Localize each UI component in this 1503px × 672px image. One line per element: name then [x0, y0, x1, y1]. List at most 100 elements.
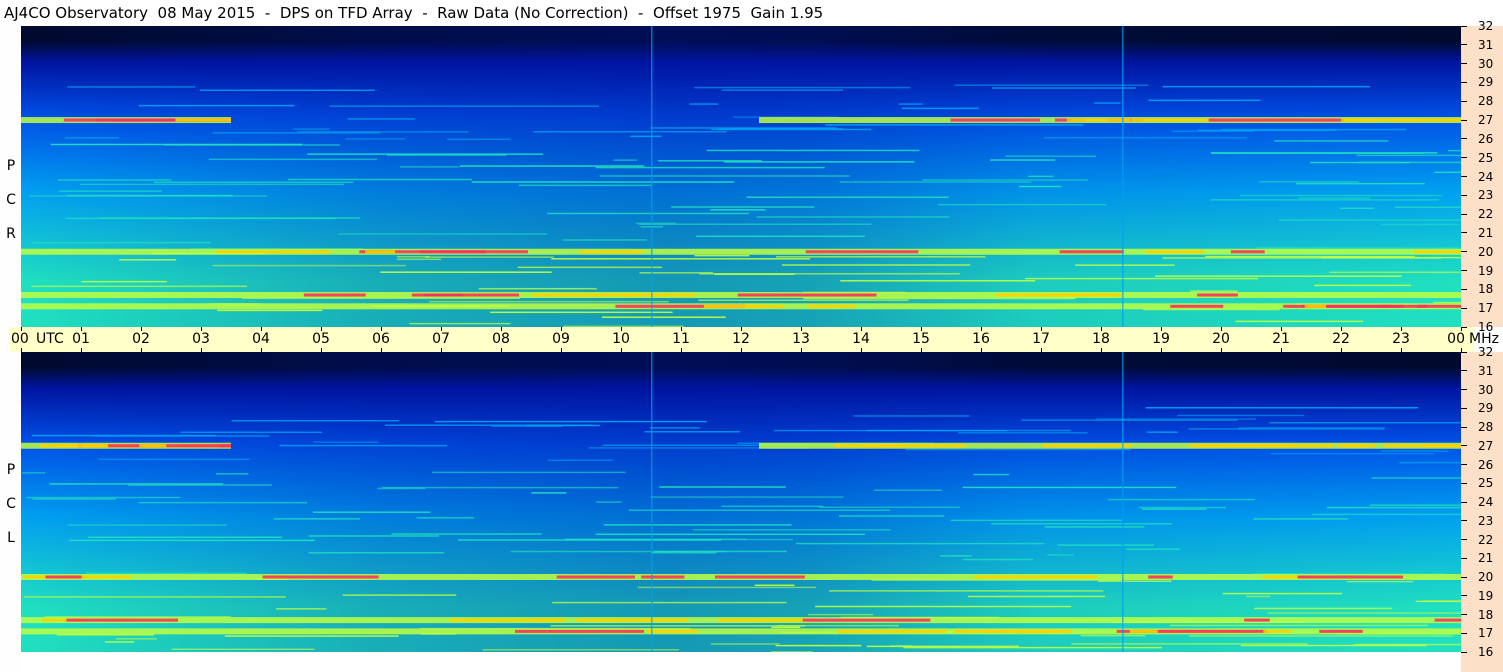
freq-tick-mark: [1461, 157, 1467, 159]
lcp-label-1: P: [6, 462, 16, 478]
time-tick-mark: [141, 348, 142, 352]
freq-tick-mark: [1461, 445, 1467, 447]
freq-tick-mark: [1461, 389, 1467, 390]
freq-tick-mark: [1461, 176, 1467, 177]
freq-tick-label: 18: [1478, 607, 1494, 622]
bright-band: [21, 617, 1461, 624]
freq-tick-mark: [1461, 63, 1467, 65]
time-tick-mark: [201, 348, 202, 352]
freq-tick-label: 28: [1478, 94, 1494, 109]
time-tick-label: 00: [11, 331, 29, 347]
time-tick-mark: [1281, 348, 1282, 352]
time-tick-label: 15: [912, 331, 930, 347]
freq-tick-mark: [1461, 270, 1467, 272]
time-tick-mark: [81, 348, 82, 352]
time-tick-mark: [801, 348, 802, 352]
freq-tick-label: 32: [1478, 345, 1494, 359]
time-tick-label: 12: [732, 331, 750, 347]
bright-band: [21, 303, 1461, 310]
time-tick-label: 02: [132, 331, 150, 347]
freq-tick-label: 17: [1478, 301, 1494, 316]
freq-tick-label: 31: [1478, 37, 1494, 52]
freq-tick-mark: [1461, 213, 1467, 215]
bright-band: [21, 292, 1461, 299]
vertical-streak: [651, 26, 653, 327]
rcp-label-1: P: [6, 158, 16, 174]
mhz-unit-label: MHz: [1469, 331, 1499, 347]
time-tick-label: 16: [972, 331, 990, 347]
freq-tick-label: 19: [1478, 263, 1494, 278]
time-tick-mark: [1341, 348, 1342, 352]
freq-tick-label: 27: [1478, 438, 1494, 453]
time-tick-mark: [981, 348, 982, 352]
rcp-label-3: R: [6, 226, 16, 242]
utc-unit-label: UTC: [36, 331, 64, 347]
lcp-label-2: C: [6, 496, 16, 512]
time-tick-label: 10: [612, 331, 630, 347]
time-tick-mark: [501, 348, 502, 352]
freq-tick-label: 23: [1478, 188, 1494, 203]
freq-tick-mark: [1461, 288, 1467, 290]
time-tick-label: 14: [852, 331, 870, 347]
freq-tick-label: 24: [1478, 169, 1494, 184]
freq-tick-label: 24: [1478, 495, 1494, 509]
time-tick-label: 23: [1392, 331, 1410, 347]
freq-tick-mark: [1461, 464, 1467, 465]
freq-tick-label: 29: [1478, 401, 1494, 416]
time-tick-label: 11: [672, 331, 690, 347]
freq-tick-label: 23: [1478, 513, 1494, 528]
freq-tick-label: 21: [1478, 551, 1494, 566]
bright-band: [21, 248, 1461, 255]
rcp-spectrogram: [21, 26, 1461, 327]
time-tick-mark: [681, 348, 682, 352]
time-tick-label: 19: [1152, 331, 1170, 347]
freq-tick-label: 28: [1478, 420, 1494, 434]
freq-tick-mark: [1461, 370, 1467, 372]
freq-tick-mark: [1461, 232, 1467, 234]
time-tick-mark: [561, 348, 562, 352]
time-tick-mark: [321, 348, 322, 352]
time-tick-mark: [621, 348, 622, 352]
freq-tick-mark: [1461, 520, 1467, 522]
bright-band: [21, 574, 1461, 580]
time-tick-label: 17: [1032, 331, 1050, 347]
time-tick-label: 21: [1272, 331, 1290, 347]
freq-tick-label: 25: [1478, 476, 1494, 491]
freq-tick-mark: [1461, 251, 1467, 253]
freq-tick-mark: [1461, 595, 1467, 597]
freq-tick-mark: [1461, 501, 1467, 503]
time-tick-label: 05: [312, 331, 330, 347]
time-tick-label: 20: [1212, 331, 1230, 347]
freq-tick-label: 16: [1478, 645, 1494, 659]
freq-tick-label: 18: [1478, 282, 1494, 297]
time-tick-label: 06: [372, 331, 390, 347]
freq-tick-label: 31: [1478, 363, 1494, 378]
freq-tick-mark: [1461, 407, 1467, 409]
freq-tick-mark: [1461, 557, 1467, 559]
freq-tick-label: 30: [1478, 382, 1494, 397]
freq-tick-label: 25: [1478, 150, 1494, 165]
freq-tick-label: 26: [1478, 457, 1494, 472]
freq-tick-label: 27: [1478, 113, 1494, 128]
freq-tick-mark: [1461, 539, 1467, 540]
freq-tick-mark: [1461, 138, 1467, 140]
freq-tick-mark: [1461, 576, 1467, 578]
time-tick-mark: [1401, 348, 1402, 352]
time-tick-label: 00: [1447, 331, 1465, 347]
freq-tick-label: 17: [1478, 626, 1494, 641]
freq-tick-mark: [1461, 632, 1467, 634]
freq-tick-mark: [1461, 44, 1467, 46]
time-tick-label: 18: [1092, 331, 1110, 347]
freq-tick-label: 29: [1478, 75, 1494, 90]
freq-tick-mark: [1461, 81, 1467, 83]
freq-tick-label: 19: [1478, 588, 1494, 603]
time-tick-mark: [861, 348, 862, 352]
freq-tick-mark: [1461, 614, 1467, 615]
freq-tick-mark: [1461, 194, 1467, 196]
freq-tick-mark: [1461, 426, 1467, 428]
time-tick-mark: [1161, 348, 1162, 352]
time-tick-label: 22: [1332, 331, 1350, 347]
lcp-spectrogram: [21, 352, 1461, 652]
lcp-freq-axis: [1461, 352, 1503, 672]
vertical-streak: [1122, 26, 1124, 327]
